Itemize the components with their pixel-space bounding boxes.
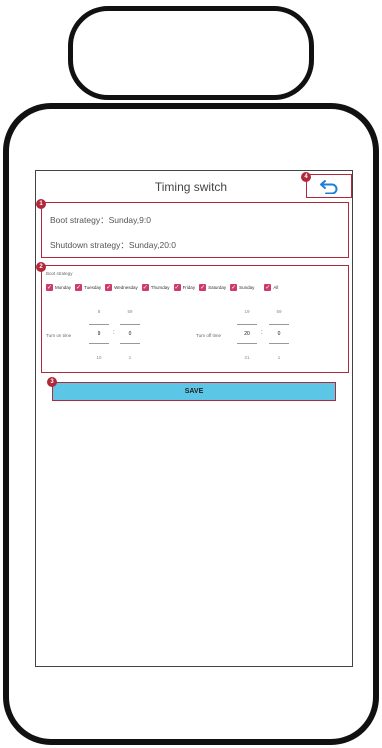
strategy-summary-box: Boot strategy：Sunday,9:0 Shutdown strate… — [41, 202, 349, 258]
off-hour-value[interactable]: 20 — [237, 331, 257, 337]
off-hour-line-bottom — [237, 343, 257, 344]
off-min-value[interactable]: 0 — [269, 331, 289, 337]
off-min-prev: 59 — [276, 309, 282, 314]
shutdown-strategy-text: Shutdown strategy：Sunday,20:0 — [50, 240, 177, 250]
turn-on-time-label: Turn on time — [46, 333, 72, 338]
day-checkbox-monday[interactable]: ✓ Monday — [46, 284, 71, 291]
day-checkbox-saturday[interactable]: ✓ Saturday — [199, 284, 226, 291]
on-min-next: 1 — [128, 355, 132, 360]
day-checkbox-sunday[interactable]: ✓ Sunday — [230, 284, 254, 291]
checkbox-checked-icon: ✓ — [199, 284, 207, 291]
checkbox-checked-icon: ✓ — [141, 284, 149, 291]
off-min-next: 1 — [277, 355, 281, 360]
save-button[interactable]: SAVE — [52, 382, 336, 401]
checkbox-checked-icon: ✓ — [264, 284, 272, 291]
back-arrow-icon — [320, 180, 338, 194]
day-checkbox-all[interactable]: ✓ All — [264, 284, 278, 291]
off-min-line-top — [269, 324, 289, 325]
day-checkbox-friday[interactable]: ✓ Friday — [173, 284, 195, 291]
off-time-colon: : — [261, 330, 263, 336]
boot-strategy-text: Boot strategy：Sunday,9:0 — [50, 215, 151, 225]
back-button[interactable] — [306, 174, 352, 198]
checkbox-checked-icon: ✓ — [46, 284, 53, 291]
off-hour-line-top — [237, 324, 257, 325]
checkbox-checked-icon: ✓ — [230, 284, 238, 291]
on-hour-line-top — [89, 324, 109, 325]
off-hour-prev: 19 — [244, 309, 250, 314]
on-hour-line-bottom — [89, 343, 109, 344]
day-checkbox-thursday[interactable]: ✓ Thursday — [141, 284, 170, 291]
weekday-checkbox-row: ✓ Monday ✓ Tuesday ✓ Wednesday ✓ Thursday ✓ F… — [46, 284, 282, 291]
checkbox-checked-icon: ✓ — [173, 284, 181, 291]
device-top-frame — [68, 6, 314, 100]
config-section-label: Boot strategy — [46, 271, 73, 276]
on-min-prev: 59 — [127, 309, 133, 314]
on-hour-next: 10 — [96, 355, 102, 360]
on-hour-prev: 8 — [97, 309, 101, 314]
callout-badge-3: 3 — [47, 377, 57, 387]
on-time-colon: : — [113, 330, 115, 336]
save-button-label: SAVE — [184, 388, 204, 395]
day-checkbox-wednesday[interactable]: ✓ Wednesday — [105, 284, 138, 291]
off-min-line-bottom — [269, 343, 289, 344]
callout-badge-1: 1 — [36, 199, 46, 209]
strategy-config-box: Boot strategy ✓ Monday ✓ Tuesday ✓ Wednesda… — [41, 265, 349, 373]
on-hour-value[interactable]: 9 — [89, 331, 109, 337]
on-min-line-top — [120, 324, 140, 325]
on-min-line-bottom — [120, 343, 140, 344]
callout-badge-4: 4 — [301, 172, 311, 182]
callout-badge-2: 2 — [36, 262, 46, 272]
off-hour-next: 21 — [244, 355, 250, 360]
turn-off-time-label: Turn off time — [196, 333, 222, 338]
checkbox-checked-icon: ✓ — [75, 284, 83, 291]
checkbox-checked-icon: ✓ — [105, 284, 113, 291]
on-min-value[interactable]: 0 — [120, 331, 140, 337]
day-checkbox-tuesday[interactable]: ✓ Tuesday — [75, 284, 101, 291]
